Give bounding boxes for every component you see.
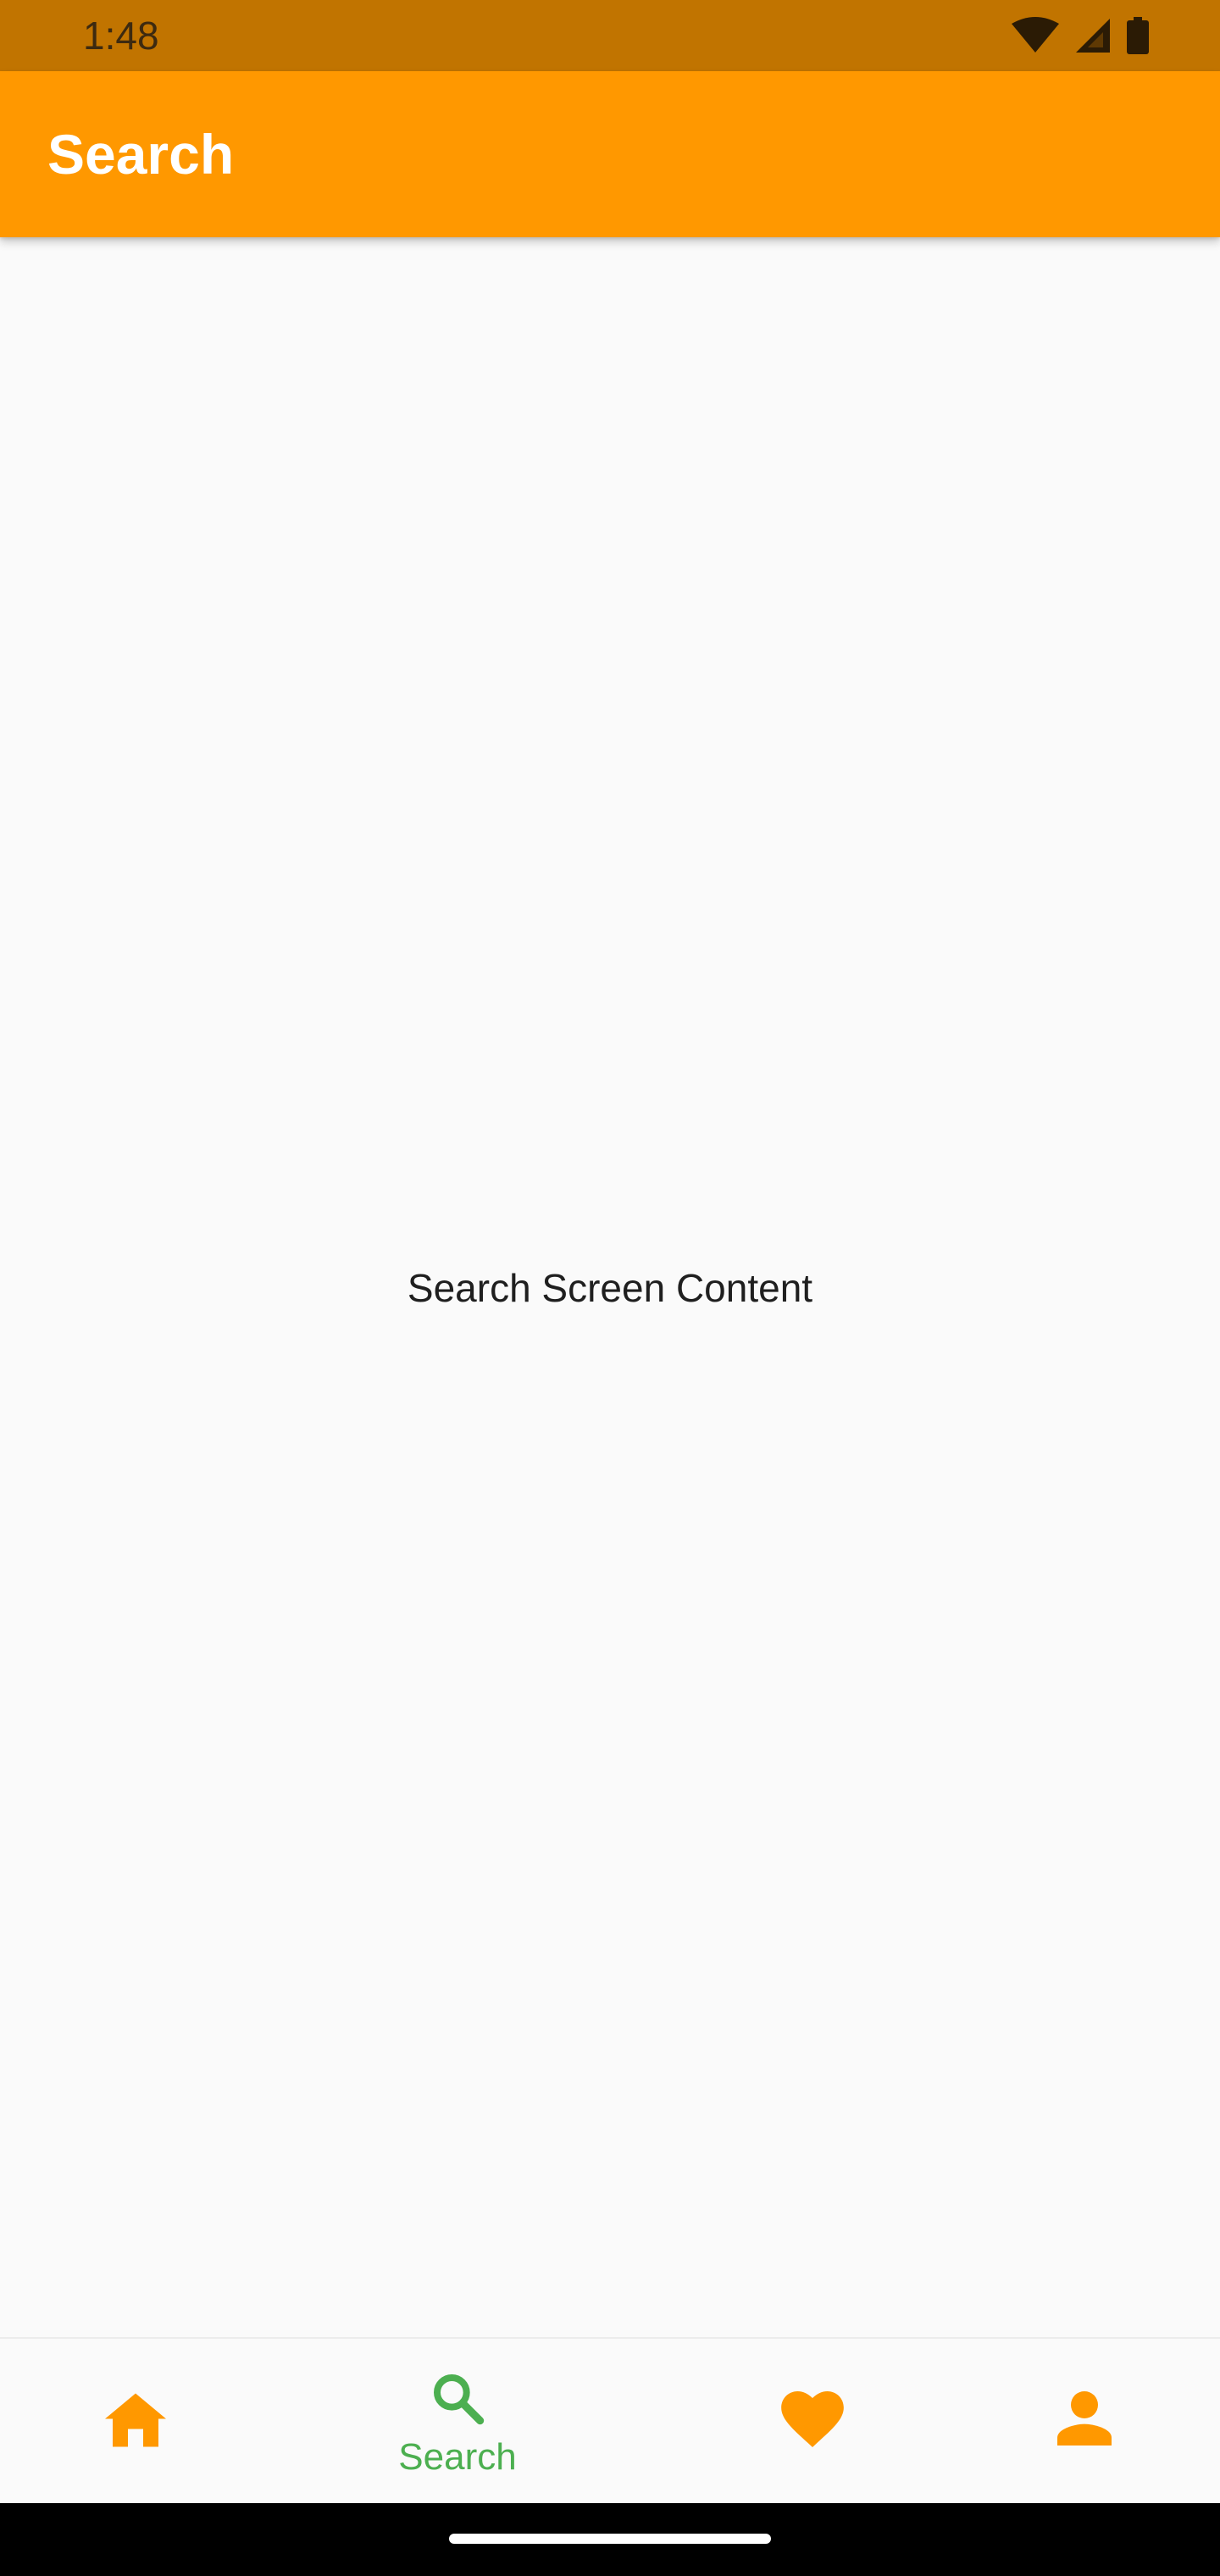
person-icon [1057, 2391, 1112, 2446]
home-icon [105, 2393, 166, 2447]
search-icon [434, 2374, 485, 2425]
signal-icon [1074, 17, 1112, 54]
home-gesture-handle[interactable] [449, 2534, 771, 2544]
bottom-navigation: Search [0, 2337, 1220, 2503]
battery-icon [1127, 17, 1149, 54]
app-screen: 1:48 Search Search Screen Content Search [0, 0, 1220, 2576]
status-icons [1012, 17, 1149, 54]
status-time: 1:48 [83, 14, 159, 58]
heart-icon [781, 2391, 844, 2447]
nav-item-favorites[interactable] [610, 2339, 915, 2505]
nav-item-search-label: Search [398, 2436, 517, 2478]
main-content: Search Screen Content [0, 237, 1220, 2337]
wifi-icon [1012, 17, 1059, 54]
nav-item-search[interactable]: Search [305, 2339, 610, 2505]
system-gesture-bar [0, 2503, 1220, 2576]
screen-content-text: Search Screen Content [407, 1266, 813, 1310]
status-bar: 1:48 [0, 0, 1220, 71]
nav-item-home[interactable] [0, 2339, 305, 2505]
app-bar: Search [0, 71, 1220, 237]
page-title: Search [47, 123, 235, 186]
nav-item-profile[interactable] [915, 2339, 1220, 2505]
